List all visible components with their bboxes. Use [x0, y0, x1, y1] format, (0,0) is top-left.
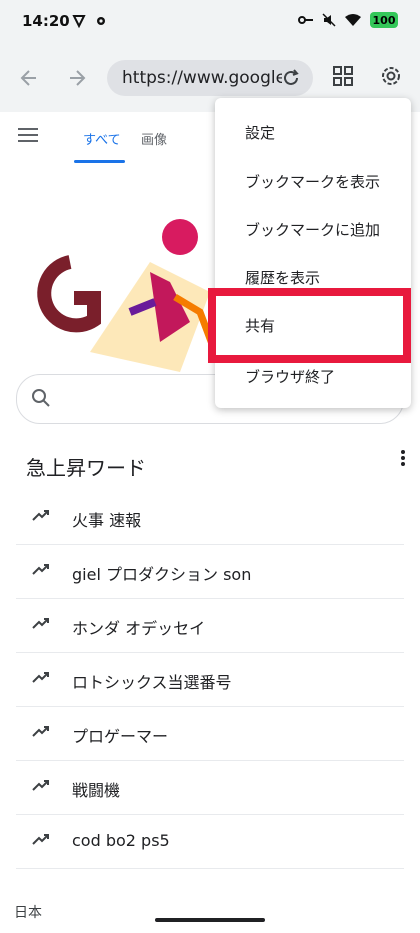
trending-item[interactable]: cod bo2 ps5 [16, 815, 404, 869]
arrow-forward-icon [70, 70, 86, 86]
back-button[interactable] [15, 64, 43, 92]
trending-item-label: giel プロダクション son [72, 565, 252, 584]
menu-item-label: 設定 [245, 124, 276, 142]
menu-item-label: ブックマークに追加 [245, 221, 381, 239]
trending-item-label: 戦闘機 [72, 781, 121, 800]
trending-item[interactable]: プロゲーマー [16, 707, 404, 761]
menu-item-show-bookmarks[interactable]: ブックマークを表示 [215, 157, 411, 205]
menu-item-label: ブックマークを表示 [245, 173, 381, 191]
trending-up-icon [32, 564, 49, 575]
trending-up-icon [32, 510, 49, 521]
trending-up-icon [32, 834, 49, 845]
url-text[interactable]: https://www.google.co.jp [122, 68, 282, 88]
search-icon [32, 389, 50, 407]
menu-item-exit-browser[interactable]: ブラウザ終了 [215, 352, 411, 400]
trending-item-label: ホンダ オデッセイ [72, 619, 206, 638]
trending-list: 火事 速報 giel プロダクション son ホンダ オデッセイ ロトシックス当… [16, 491, 404, 869]
menu-item-add-bookmark[interactable]: ブックマークに追加 [215, 205, 411, 253]
trending-item[interactable]: ロトシックス当選番号 [16, 653, 404, 707]
trending-up-icon [32, 780, 49, 791]
status-bar: 14:20 100 [0, 0, 420, 44]
more-vert-icon[interactable] [400, 450, 406, 466]
status-left-icons [72, 14, 108, 28]
browser-overflow-menu: 設定 ブックマークを表示 ブックマークに追加 履歴を表示 共有 ブラウザ終了 [215, 98, 411, 408]
trending-item-label: ロトシックス当選番号 [72, 673, 232, 692]
settings-gear-small-icon [97, 17, 105, 25]
wifi-icon [345, 14, 361, 26]
trending-up-icon [32, 726, 49, 737]
google-doodle-image[interactable] [30, 202, 230, 402]
trending-item[interactable]: giel プロダクション son [16, 545, 404, 599]
trending-up-icon [32, 618, 49, 629]
menu-item-settings[interactable]: 設定 [215, 108, 411, 156]
status-right-icons: 100 [298, 12, 398, 28]
menu-item-label: 共有 [245, 317, 276, 335]
tab-all-indicator [74, 160, 125, 163]
reload-icon[interactable] [281, 68, 301, 88]
battery-level: 100 [372, 13, 396, 27]
menu-item-label: 履歴を表示 [245, 269, 321, 287]
trending-item[interactable]: 戦闘機 [16, 761, 404, 815]
tab-all[interactable]: すべて [83, 129, 121, 148]
menu-item-show-history[interactable]: 履歴を表示 [215, 253, 411, 301]
trending-title: 急上昇ワード [26, 456, 146, 480]
tabs-grid-icon[interactable] [333, 66, 353, 86]
forward-button[interactable] [63, 64, 91, 92]
mute-icon [322, 13, 336, 27]
trending-item[interactable]: 火事 速報 [16, 491, 404, 545]
trending-up-icon [32, 672, 49, 683]
trending-item-label: 火事 速報 [72, 511, 142, 530]
tab-images[interactable]: 画像 [141, 129, 167, 148]
menu-item-label: ブラウザ終了 [245, 368, 336, 386]
hamburger-menu-icon[interactable] [18, 126, 40, 144]
trending-item-label: cod bo2 ps5 [72, 831, 170, 850]
key-icon [298, 16, 313, 24]
battery-icon: 100 [370, 12, 398, 28]
home-indicator[interactable] [155, 918, 265, 922]
vpn-shield-icon [72, 15, 86, 28]
status-time: 14:20 [22, 12, 70, 30]
settings-gear-icon[interactable] [379, 64, 403, 88]
menu-item-share[interactable]: 共有 [215, 301, 411, 349]
trending-item-label: プロゲーマー [72, 727, 169, 746]
footer-region-text: 日本 [14, 905, 42, 921]
address-bar[interactable]: https://www.google.co.jp [107, 60, 313, 96]
arrow-back-icon [20, 70, 36, 86]
trending-item[interactable]: ホンダ オデッセイ [16, 599, 404, 653]
